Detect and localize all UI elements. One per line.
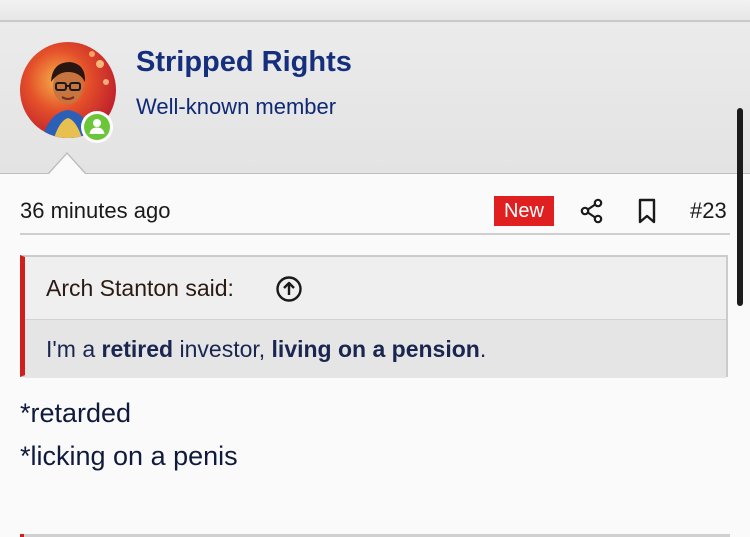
online-status-icon xyxy=(81,111,113,143)
bookmark-icon[interactable] xyxy=(635,198,659,224)
page-top-edge xyxy=(0,0,750,22)
post-user-header: Stripped Rights Well-known member xyxy=(0,22,750,174)
post-meta-row: 36 minutes ago New #23 xyxy=(20,193,730,235)
quote-attribution[interactable]: Arch Stanton said: xyxy=(46,275,234,302)
quote-body: I'm a retired investor, living on a pens… xyxy=(25,320,726,378)
quote-segment-bold: retired xyxy=(101,336,174,362)
post-timestamp[interactable]: 36 minutes ago xyxy=(20,198,170,224)
quote-block: Arch Stanton said: I'm a retired investo… xyxy=(20,255,728,378)
reply-text-line: *retarded xyxy=(20,398,132,428)
quote-segment: I'm a xyxy=(46,336,102,362)
arrow-up-circle-icon[interactable] xyxy=(275,275,303,303)
reply-text-line: *licking on a penis xyxy=(20,441,238,471)
quote-header[interactable]: Arch Stanton said: xyxy=(25,257,726,320)
share-icon[interactable] xyxy=(579,198,605,224)
user-name[interactable]: Stripped Rights xyxy=(136,46,352,79)
quote-segment: investor, xyxy=(173,336,272,362)
quote-segment-bold: living on a pension xyxy=(271,336,480,362)
quote-text: I'm a retired investor, living on a pens… xyxy=(46,336,486,363)
quote-segment: . xyxy=(479,336,487,362)
user-title: Well-known member xyxy=(136,94,337,119)
new-badge: New xyxy=(494,196,554,226)
header-pointer-fill xyxy=(49,154,85,174)
scrollbar[interactable] xyxy=(737,108,743,306)
post-number-link[interactable]: #23 xyxy=(690,198,727,224)
